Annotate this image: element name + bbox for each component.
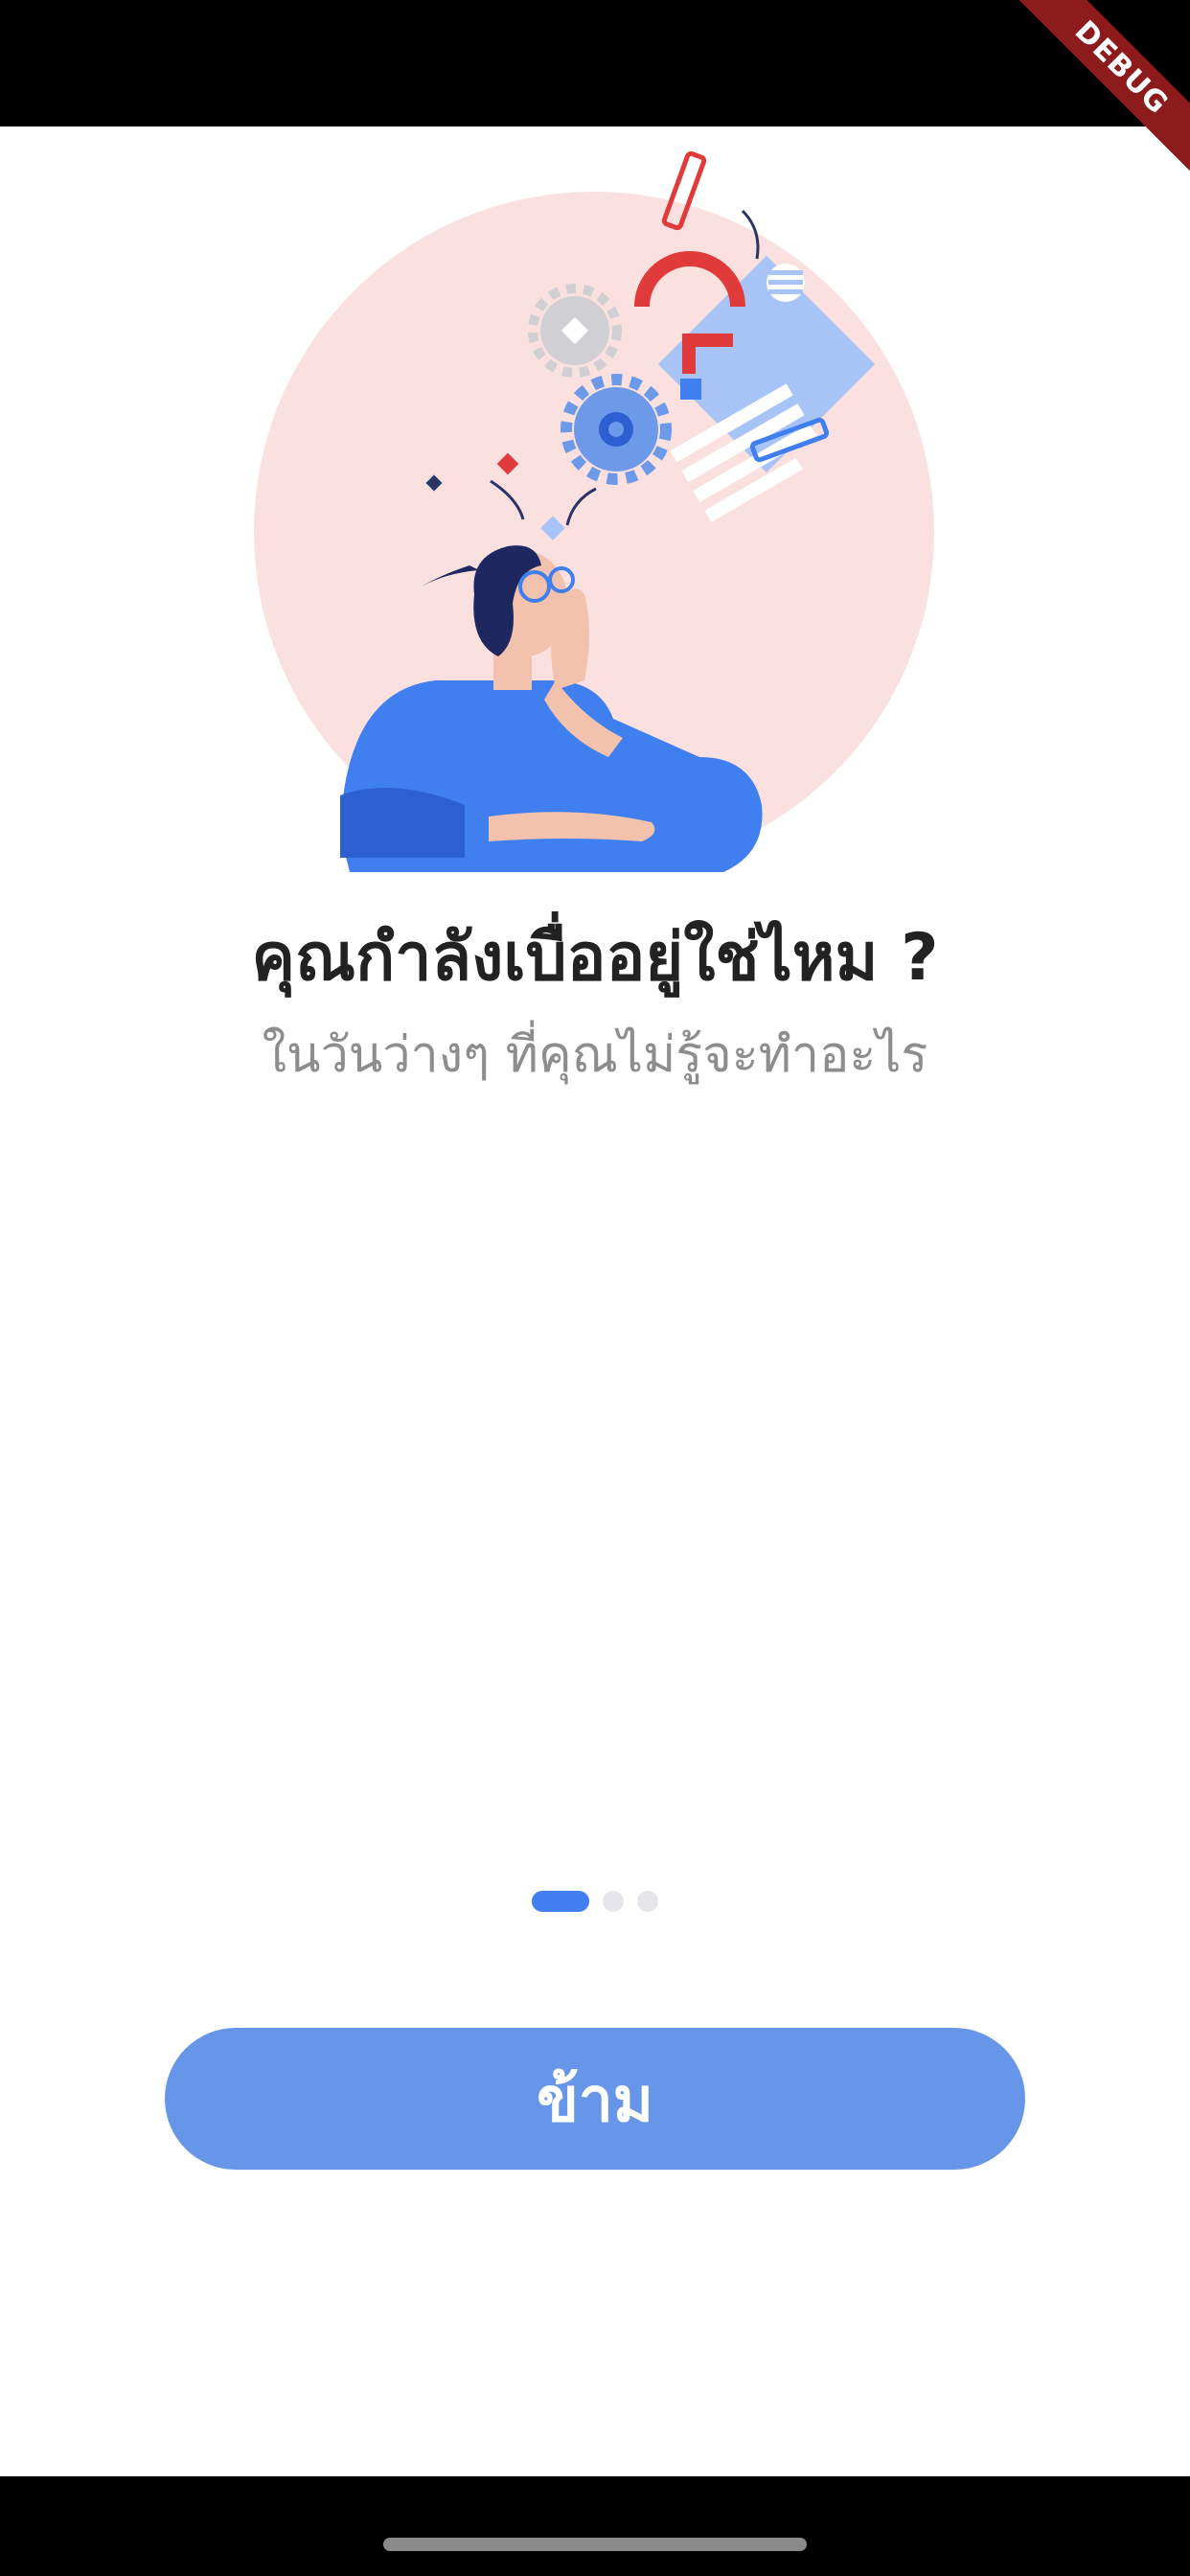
status-bar — [0, 0, 1190, 126]
woman-shirt-shadow — [340, 788, 465, 858]
blue-square-shape — [680, 379, 701, 400]
page-indicator-dot-active[interactable] — [532, 1891, 589, 1912]
page-indicator-dot[interactable] — [603, 1891, 624, 1912]
page-indicator — [0, 1890, 1190, 1913]
page-indicator-dot[interactable] — [637, 1891, 658, 1912]
page-subtitle: ในวันว่างๆ ที่คุณไม่รู้จะทำอะไร — [262, 1026, 928, 1084]
skip-button[interactable]: ข้าม — [165, 2028, 1025, 2170]
home-indicator[interactable] — [383, 2538, 807, 2551]
onboarding-screen: DEBUG คุณกำลังเบื่ออยู่ใช่ไหม ? ในวันว่า… — [0, 0, 1190, 2576]
striped-circle-shape — [767, 264, 805, 302]
page-title: คุณกำลังเบื่ออยู่ใช่ไหม ? — [251, 920, 939, 996]
onboarding-illustration — [254, 150, 934, 872]
navigation-bar — [0, 2476, 1190, 2576]
woman-hand — [551, 588, 589, 690]
blue-gear-shape — [561, 374, 672, 485]
